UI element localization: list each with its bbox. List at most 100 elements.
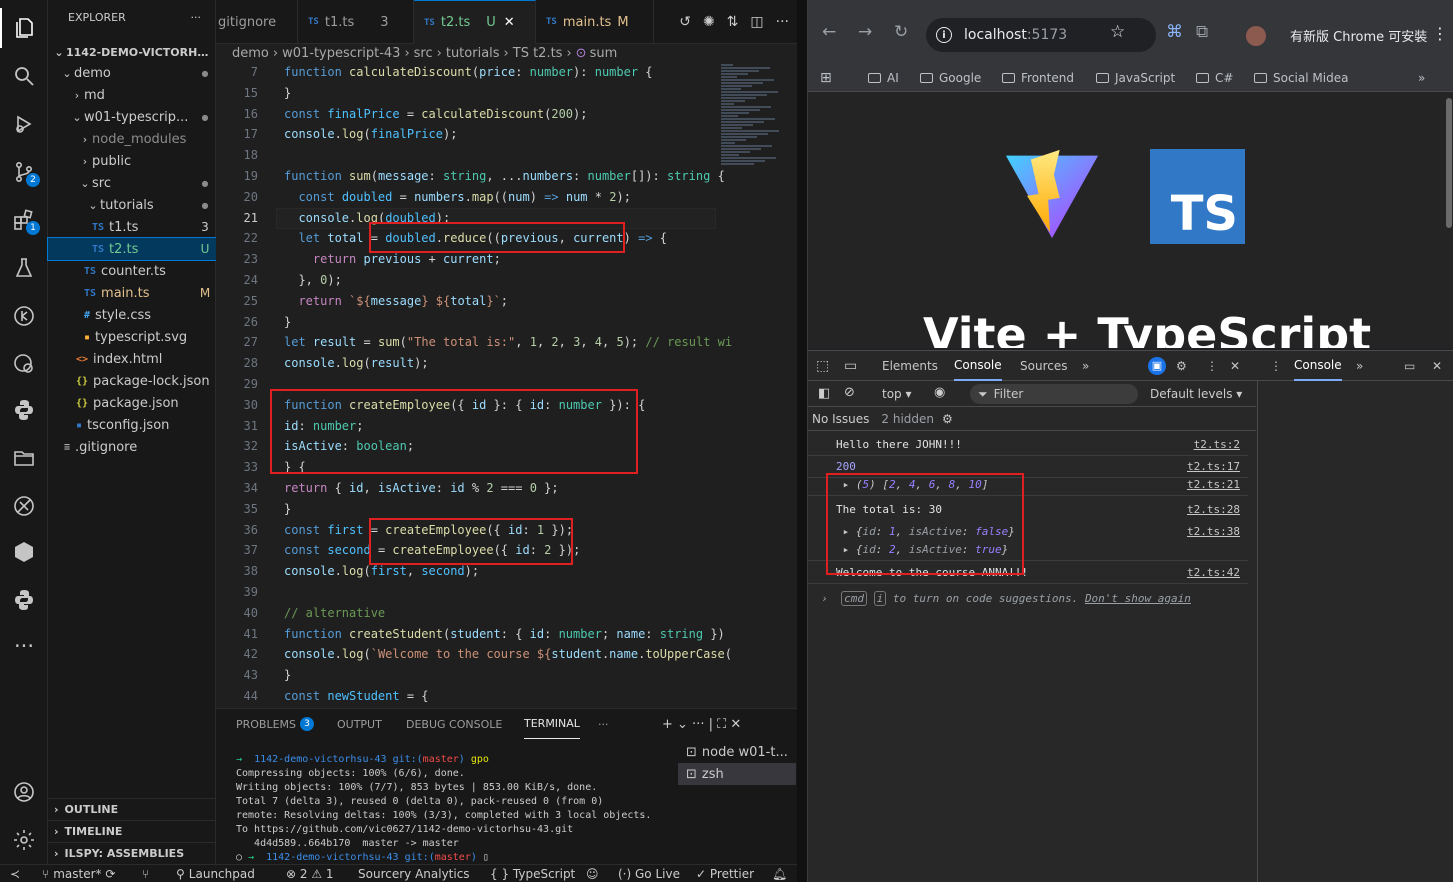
bookmark-folder[interactable]: Social Midea <box>1254 64 1348 92</box>
tab-main[interactable]: TS main.ts M <box>536 0 654 44</box>
tree-folder-w01[interactable]: ⌄ w01-typescrip... ● <box>48 106 216 128</box>
breadcrumb-item[interactable]: sum <box>590 46 618 61</box>
gitlens-icon[interactable] <box>0 486 48 526</box>
testing-icon[interactable] <box>0 248 48 288</box>
console-source-link[interactable]: t2.ts:21 <box>1187 477 1240 493</box>
timeline-icon[interactable] <box>0 296 48 336</box>
back-button[interactable]: ← <box>822 22 836 42</box>
compare-changes-icon[interactable]: ⇅ <box>727 14 739 30</box>
clear-console-icon[interactable]: ⊘ <box>844 385 855 400</box>
minimap[interactable] <box>717 62 797 708</box>
problems-status[interactable]: ⊗ 2 ⚠ 1 <box>286 865 334 882</box>
extensions-puzzle-icon[interactable]: ⧉ <box>1196 22 1208 42</box>
drawer-tab-console[interactable]: Console <box>1294 351 1342 381</box>
copilot-status-icon[interactable]: ☺ <box>586 865 599 882</box>
tree-folder-md[interactable]: › md <box>48 84 216 106</box>
more-tabs-icon[interactable]: » <box>1082 351 1089 381</box>
terminal-item-zsh[interactable]: ⊡ zsh <box>678 763 796 785</box>
timeline-compare-icon[interactable]: ↺ <box>679 14 691 30</box>
tab-t2[interactable]: TS t2.ts U ✕ <box>414 0 536 44</box>
console-filter-input[interactable]: ⏷ Filter <box>970 384 1138 404</box>
typescript-logo[interactable]: TS <box>1150 149 1245 244</box>
copilot-icon[interactable]: ✺ <box>703 14 715 30</box>
bookmark-folder[interactable]: Google <box>920 64 981 92</box>
profile-avatar[interactable] <box>1246 26 1266 46</box>
source-control-icon[interactable]: 2 <box>0 152 48 192</box>
tree-folder-public[interactable]: › public <box>48 150 216 172</box>
notifications-icon[interactable]: 🔔︎ <box>772 865 787 882</box>
tree-file-main[interactable]: TS main.ts M <box>48 282 216 304</box>
python-env-icon[interactable] <box>0 580 48 620</box>
tree-file-index-html[interactable]: <> index.html <box>48 348 216 370</box>
editor-more-icon[interactable]: ··· <box>776 14 789 30</box>
breadcrumb-item[interactable]: tutorials <box>446 46 500 61</box>
folder-icon[interactable] <box>0 438 48 478</box>
tab-sources[interactable]: Sources <box>1020 351 1067 381</box>
tab-console[interactable]: Console <box>954 351 1002 381</box>
tree-file-gitignore[interactable]: ≡ .gitignore <box>48 436 216 458</box>
sidebar-toggle-icon[interactable]: ◧ <box>818 386 830 401</box>
prettier-status[interactable]: ✓ Prettier <box>696 865 754 882</box>
explorer-icon[interactable] <box>0 8 48 48</box>
console-source-link[interactable]: t2.ts:28 <box>1187 502 1240 518</box>
console-settings-icon[interactable]: ⚙ <box>942 412 953 426</box>
console-source-link[interactable]: t2.ts:38 <box>1187 524 1240 540</box>
panel-actions[interactable]: + ⌄ ··· | ⛶ ✕ <box>662 709 741 739</box>
language-mode[interactable]: { } TypeScript <box>490 865 575 882</box>
tab-close-icon[interactable]: ✕ <box>504 15 515 30</box>
more-bookmarks-icon[interactable]: » <box>1418 64 1425 92</box>
issues-count[interactable]: No Issues <box>812 412 869 426</box>
device-toolbar-icon[interactable]: ▭ <box>844 351 857 381</box>
search-icon[interactable] <box>0 56 48 96</box>
dock-icon[interactable]: ▭ <box>1404 351 1415 381</box>
drawer-more-icon[interactable]: » <box>1356 351 1363 381</box>
drawer-close-icon[interactable]: ✕ <box>1432 351 1442 381</box>
devtools-settings-icon[interactable]: ⚙ <box>1176 351 1187 381</box>
live-expression-icon[interactable]: ◉ <box>934 385 945 400</box>
tab-elements[interactable]: Elements <box>882 351 938 381</box>
remote-explorer-icon[interactable] <box>0 344 48 384</box>
page-scrollbar[interactable] <box>1446 98 1452 228</box>
tree-folder-demo[interactable]: ⌄ demo ● <box>48 62 216 84</box>
explorer-more-icon[interactable]: ··· <box>191 11 202 24</box>
panel-more-icon[interactable]: ··· <box>598 709 609 739</box>
reload-button[interactable]: ↻ <box>894 22 908 42</box>
extensions-icon[interactable]: 1 <box>0 200 48 240</box>
bookmark-star-icon[interactable]: ☆ <box>1110 22 1125 42</box>
console-source-link[interactable]: t2.ts:17 <box>1187 459 1240 475</box>
drawer-menu-icon[interactable]: ⋮ <box>1270 351 1282 381</box>
hexagon-icon[interactable] <box>0 532 48 572</box>
console-source-link[interactable]: t2.ts:2 <box>1194 437 1240 453</box>
console-source-link[interactable]: t2.ts:42 <box>1187 565 1240 581</box>
tab-output[interactable]: OUTPUT <box>337 709 382 739</box>
outline-section[interactable]: › OUTLINE <box>48 798 216 820</box>
tree-file-style[interactable]: # style.css <box>48 304 216 326</box>
run-debug-icon[interactable] <box>0 104 48 144</box>
tab-debug-console[interactable]: DEBUG CONSOLE <box>406 709 502 739</box>
breadcrumb-item[interactable]: w01-typescript-43 <box>282 46 400 61</box>
bookmark-folder[interactable]: JavaScript <box>1096 64 1175 92</box>
vite-logo[interactable] <box>1004 146 1100 242</box>
chrome-menu-icon[interactable]: ⋮ <box>1432 24 1448 43</box>
git-branch[interactable]: ⑂ master* ⟳ <box>42 865 115 882</box>
apps-icon[interactable]: ⊞ <box>820 64 832 92</box>
inspect-element-icon[interactable]: ⬚ <box>816 351 829 381</box>
site-info-icon[interactable]: i <box>936 27 952 43</box>
tree-file-t2[interactable]: TS t2.ts U <box>47 237 217 261</box>
tree-folder-node-modules[interactable]: › node_modules <box>48 128 216 150</box>
tree-file-package-lock[interactable]: {} package-lock.json <box>48 370 216 392</box>
ilspy-section[interactable]: › ILSPY: ASSEMBLIES <box>48 842 216 864</box>
log-levels-select[interactable]: Default levels ▾ <box>1150 387 1242 401</box>
code-editor[interactable]: 7 function calculateDiscount(price: numbe… <box>216 62 797 708</box>
bookmark-folder[interactable]: Frontend <box>1002 64 1074 92</box>
bookmark-folder[interactable]: C# <box>1196 64 1233 92</box>
tree-file-typescript-svg[interactable]: ▪ typescript.svg <box>48 326 216 348</box>
sourcery-status[interactable]: Sourcery Analytics <box>358 865 470 882</box>
tab-gitignore[interactable]: gitignore <box>216 0 298 44</box>
hidden-count[interactable]: 2 hidden <box>881 412 934 426</box>
tab-terminal[interactable]: TERMINAL <box>524 709 580 739</box>
translate-icon[interactable]: ⌘ <box>1166 22 1183 42</box>
tab-problems[interactable]: PROBLEMS 3 <box>236 709 315 739</box>
workspace-root[interactable]: ⌄ 1142-DEMO-VICTORHSU... <box>48 41 216 63</box>
tab-t1[interactable]: TS t1.ts 3 <box>298 0 414 44</box>
